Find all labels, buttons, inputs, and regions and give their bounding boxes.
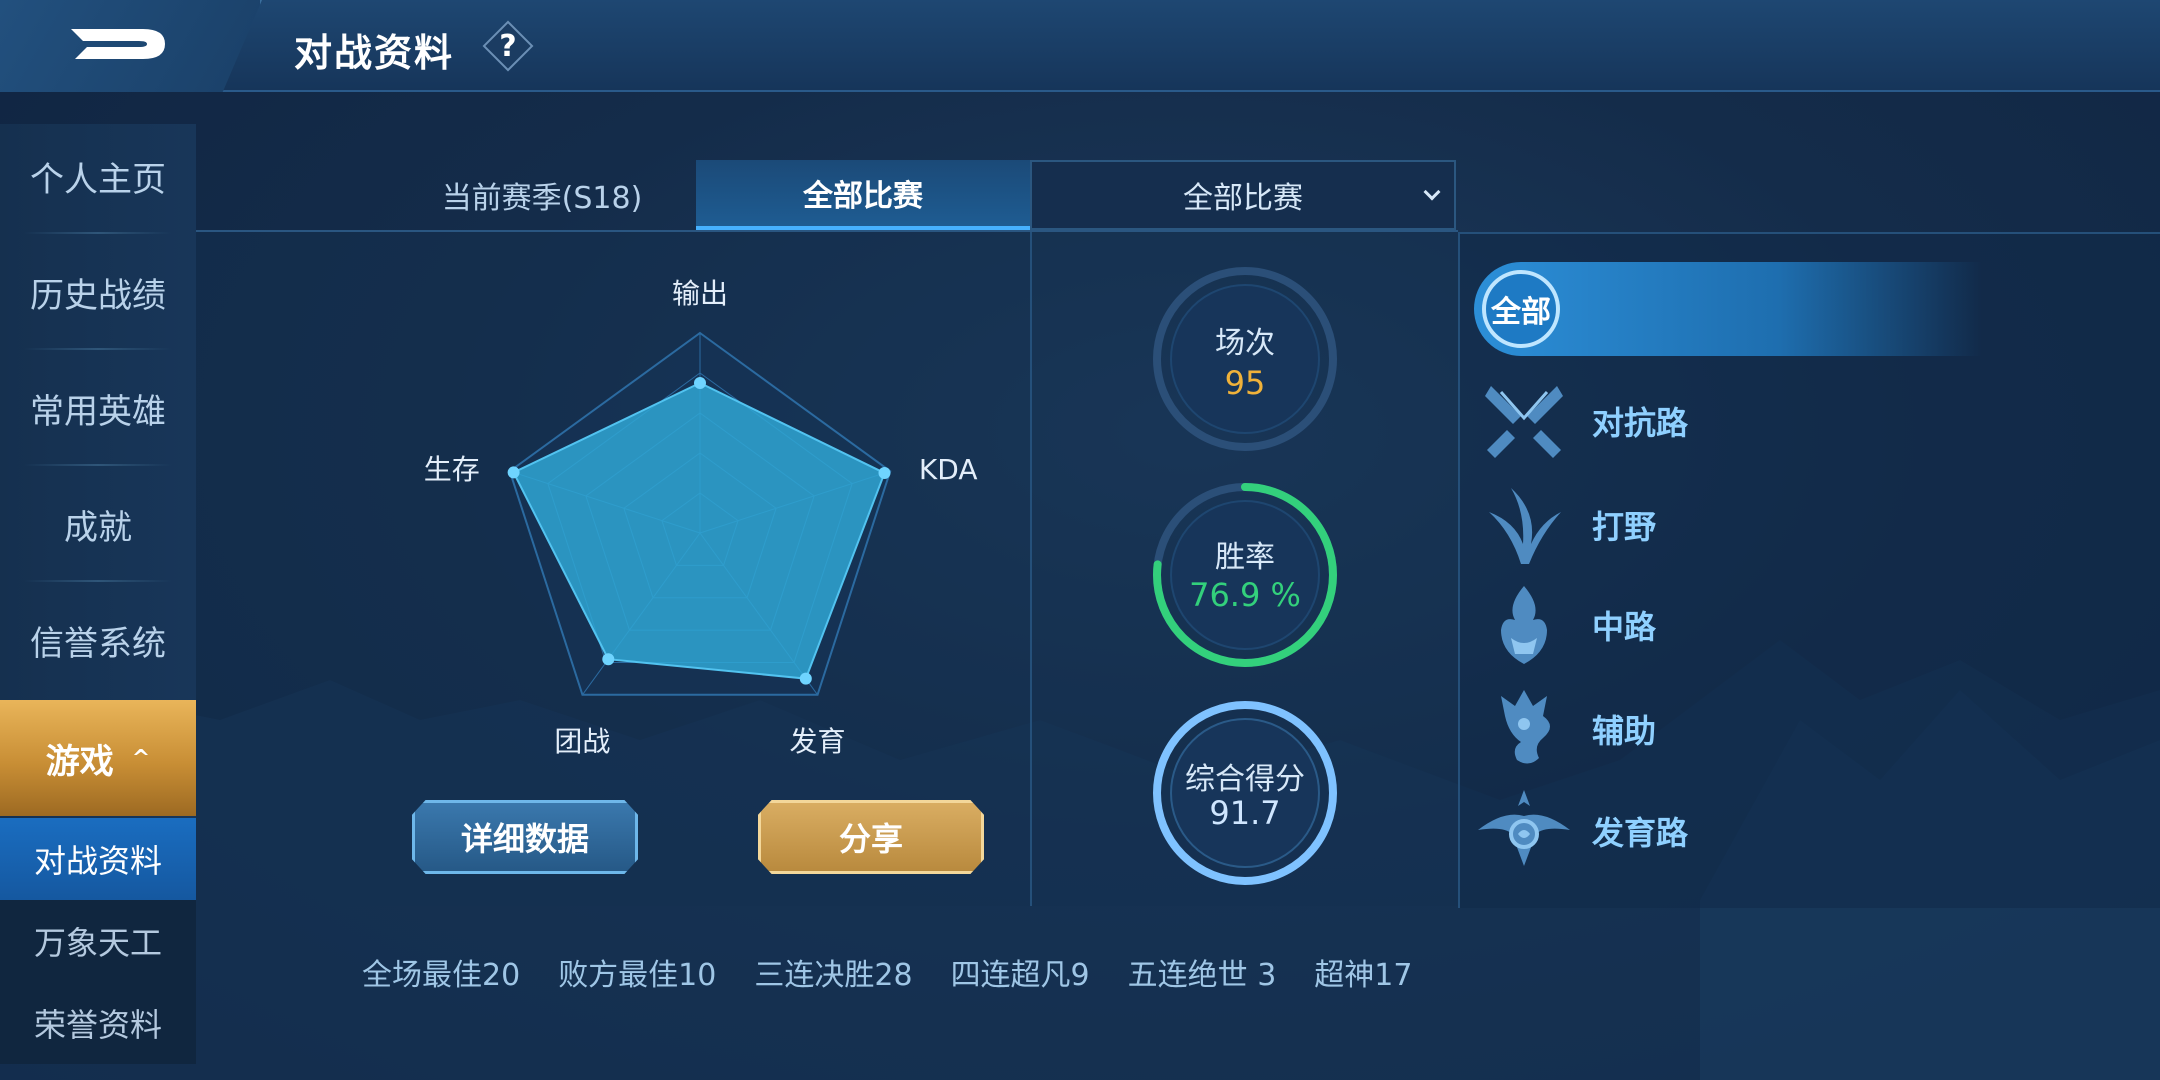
matches-label: 场次	[1215, 326, 1275, 361]
back-arrow-icon	[71, 29, 165, 59]
sidebar-sub-honor[interactable]: 荣誉资料	[0, 982, 196, 1064]
winrate-ring: 胜率 76.9 %	[1150, 480, 1340, 670]
question-mark-icon: ?	[499, 28, 517, 64]
top-bar: 对战资料 ?	[0, 0, 2160, 92]
radar-point	[878, 467, 891, 480]
sidebar-sub-wanxiang[interactable]: 万象天工	[0, 900, 196, 982]
serpent-crest-icon	[1474, 684, 1574, 774]
sidebar-item-label: 历史战绩	[30, 275, 166, 316]
panel-divider	[1030, 232, 1032, 906]
sidebar-sub-label: 万象天工	[33, 924, 162, 962]
position-support[interactable]: 辅助	[1474, 684, 1994, 774]
position-top-lane[interactable]: 对抗路	[1474, 376, 1994, 466]
sidebar-item-game[interactable]: 游戏 ^	[0, 700, 196, 816]
sidebar-item-achievements[interactable]: 成就	[0, 466, 196, 582]
stat-triple-kill: 三连决胜28	[754, 958, 913, 993]
page-title: 对战资料	[294, 31, 455, 75]
sidebar-item-label: 个人主页	[30, 159, 166, 200]
radar-point	[602, 653, 615, 666]
radar-axis-label: 发育	[790, 725, 846, 758]
winrate-value: 76.9 %	[1189, 576, 1301, 614]
sidebar-item-credit[interactable]: 信誉系统	[0, 582, 196, 698]
sidebar-sub-battle-data[interactable]: 对战资料	[0, 818, 196, 900]
radar-axis-label: 输出	[672, 277, 728, 310]
flame-icon	[1474, 580, 1574, 670]
radar-point	[507, 466, 520, 479]
sidebar-item-label: 游戏	[45, 741, 114, 782]
chevron-down-icon	[1423, 183, 1441, 201]
score-label: 综合得分	[1185, 762, 1305, 797]
leaf-claw-icon	[1474, 480, 1574, 570]
back-button[interactable]	[60, 14, 180, 74]
matches-ring: 场次 95	[1150, 264, 1340, 454]
radar-chart: 输出 KDA 发育 团战 生存	[400, 258, 1020, 778]
position-label: 辅助	[1592, 712, 1657, 750]
sidebar-item-heroes[interactable]: 常用英雄	[0, 350, 196, 466]
position-label: 发育路	[1592, 814, 1689, 852]
share-button[interactable]: 分享	[758, 800, 984, 874]
detail-data-button[interactable]: 详细数据	[412, 800, 638, 874]
sidebar-item-label: 信誉系统	[30, 623, 166, 664]
crossed-swords-icon	[1474, 376, 1574, 466]
position-bottom-lane[interactable]: 发育路	[1474, 786, 1994, 876]
achievement-stats: 全场最佳20 败方最佳10 三连决胜28 四连超凡9 五连绝世 3 超神17	[362, 950, 1450, 996]
sidebar-sub-label: 荣誉资料	[33, 1006, 162, 1044]
radar-axis-label: 团战	[554, 725, 610, 758]
help-button[interactable]: ?	[482, 20, 534, 72]
position-label: 打野	[1592, 508, 1657, 546]
stat-penta-kill: 五连绝世 3	[1127, 958, 1277, 993]
position-label: 中路	[1592, 608, 1657, 646]
sidebar-item-label: 成就	[64, 507, 132, 548]
tab-current-season[interactable]: 当前赛季(S18)	[392, 160, 692, 230]
position-mid-lane[interactable]: 中路	[1474, 580, 1994, 670]
radar-axis-label: 生存	[424, 453, 480, 486]
radar-svg: 输出 KDA 发育 团战 生存	[424, 277, 978, 758]
tab-all-games[interactable]: 全部比赛	[696, 160, 1030, 230]
dropdown-value: 全部比赛	[1183, 181, 1303, 216]
sidebar-sub-label: 对战资料	[33, 842, 162, 880]
score-value: 91.7	[1209, 794, 1281, 832]
stat-losing-mvp: 败方最佳10	[558, 958, 717, 993]
sidebar-item-profile[interactable]: 个人主页	[0, 118, 196, 234]
radar-point	[799, 672, 812, 685]
chevron-up-icon: ^	[131, 745, 151, 771]
stat-quadra-kill: 四连超凡9	[950, 958, 1090, 993]
stat-legendary: 超神17	[1314, 958, 1413, 993]
winrate-label: 胜率	[1215, 540, 1275, 575]
position-jungle[interactable]: 打野	[1474, 480, 1994, 570]
bow-emblem-icon	[1474, 786, 1574, 876]
position-all-label: 全部	[1482, 270, 1560, 348]
match-type-dropdown[interactable]: 全部比赛	[1030, 160, 1456, 230]
position-all-button[interactable]: 全部	[1474, 262, 1982, 356]
sidebar-item-label: 常用英雄	[30, 391, 166, 432]
position-label: 对抗路	[1592, 404, 1689, 442]
sidebar-item-history[interactable]: 历史战绩	[0, 234, 196, 350]
radar-axis-label: KDA	[919, 453, 978, 486]
matches-value: 95	[1224, 364, 1266, 402]
radar-point	[694, 377, 706, 389]
stat-mvp: 全场最佳20	[362, 958, 521, 993]
score-ring: 综合得分 91.7	[1150, 698, 1340, 888]
